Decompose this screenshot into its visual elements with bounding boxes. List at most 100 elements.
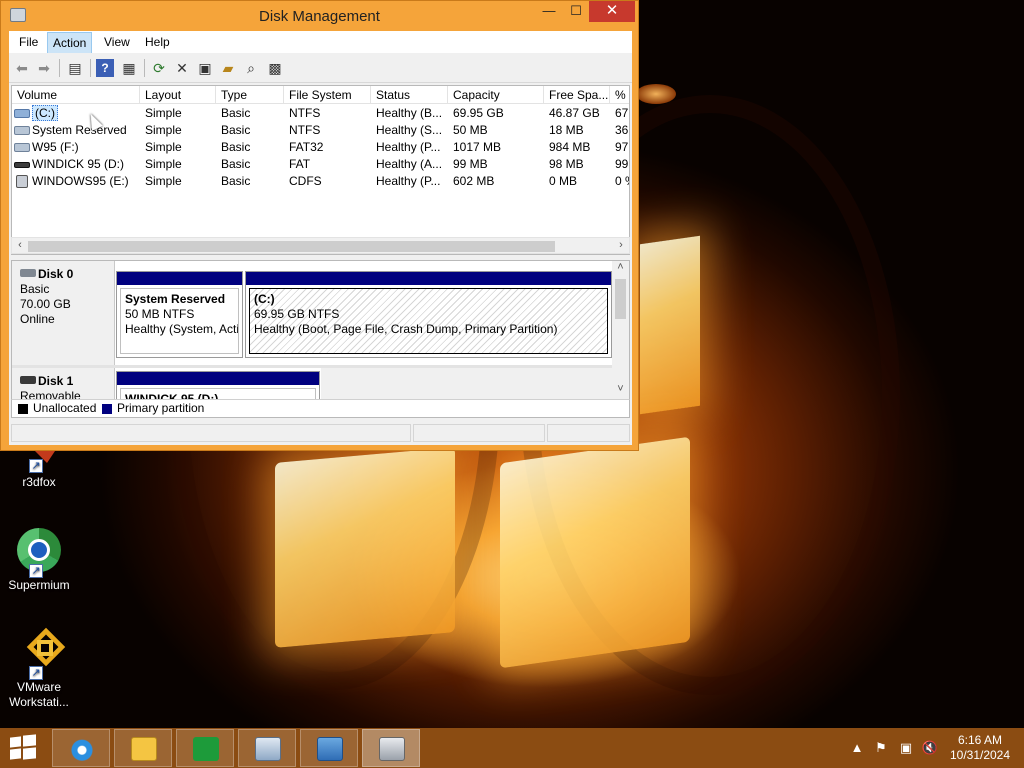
cell-free-space: 0 MB <box>549 174 578 188</box>
disk-0-label[interactable]: Disk 0 Basic 70.00 GB Online <box>12 261 115 365</box>
desktop-icon-r3dfox[interactable]: ↗ r3dfox <box>0 445 78 490</box>
column-header-free-space[interactable]: Free Spa... <box>544 86 610 104</box>
shortcut-arrow-icon: ↗ <box>29 564 43 578</box>
cell-file-system: FAT32 <box>289 140 324 154</box>
cell-status: Healthy (P... <box>376 140 441 154</box>
menu-view[interactable]: View <box>104 35 130 49</box>
properties-icon[interactable]: ▣ <box>196 59 214 77</box>
forward-arrow-icon[interactable]: ➡ <box>35 59 53 77</box>
windows-logo-pane <box>23 747 36 760</box>
volume-list-header: Volume Layout Type File System Status Ca… <box>12 86 629 104</box>
column-header-percent-free[interactable]: % F <box>610 86 629 104</box>
cell-status: Healthy (B... <box>376 106 443 120</box>
cell-status: Healthy (P... <box>376 174 441 188</box>
desktop-icon-vmware[interactable]: ↗ VMware Workstati... <box>0 627 78 710</box>
taskbar-control-panel[interactable] <box>300 729 358 767</box>
desktop-icon-supermium[interactable]: ↗ Supermium <box>0 528 78 593</box>
cell-type: Basic <box>221 140 251 154</box>
network-icon[interactable]: ▣ <box>896 728 916 768</box>
disk-graphical-view[interactable]: Disk 0 Basic 70.00 GB Online System Rese… <box>11 260 630 418</box>
disk-management-icon <box>379 737 405 761</box>
console-tree-icon[interactable]: ▤ <box>66 59 84 77</box>
scrollbar-thumb[interactable] <box>28 241 555 252</box>
menu-file[interactable]: File <box>19 35 38 49</box>
partition-system-reserved[interactable]: System Reserved 50 MB NTFS Healthy (Syst… <box>116 271 243 358</box>
vertical-scrollbar[interactable]: ˄ ˅ <box>612 261 629 417</box>
cell-percent-free: 67 <box>615 106 629 120</box>
menu-action[interactable]: Action <box>47 32 93 54</box>
maximize-button[interactable]: ☐ <box>563 1 589 22</box>
column-header-capacity[interactable]: Capacity <box>448 86 544 104</box>
column-header-status[interactable]: Status <box>371 86 448 104</box>
show-hidden-icons-icon[interactable]: ▲ <box>849 728 865 768</box>
partition-status: Healthy (System, Acti <box>125 322 239 336</box>
taskbar-file-explorer[interactable] <box>114 729 172 767</box>
cell-free-space: 18 MB <box>549 123 584 137</box>
control-panel-icon <box>317 737 343 761</box>
action-center-flag-icon[interactable]: ⚑ <box>872 728 890 768</box>
disk-management-window: Disk Management — ☐ ✕ File Action View H… <box>0 0 639 451</box>
scroll-down-icon[interactable]: ˅ <box>612 383 629 395</box>
close-button[interactable]: ✕ <box>589 1 635 22</box>
table-row[interactable]: (C:) Simple Basic NTFS Healthy (B... 69.… <box>12 105 629 122</box>
vmware-icon: ↗ <box>15 627 66 680</box>
scroll-up-icon[interactable]: ˄ <box>612 261 629 273</box>
taskbar-internet-explorer[interactable] <box>52 729 110 767</box>
cell-layout: Simple <box>145 174 182 188</box>
pumpkin-stem <box>636 84 676 104</box>
table-row[interactable]: WINDICK 95 (D:) Simple Basic FAT Healthy… <box>12 156 629 173</box>
toolbar: ⬅ ➡ ▤ ? ▦ ⟳ ✕ ▣ ▰ ⌕ ▩ <box>9 53 632 83</box>
open-folder-icon[interactable]: ▰ <box>219 59 237 77</box>
window-client-area: File Action View Help ⬅ ➡ ▤ ? ▦ ⟳ ✕ ▣ ▰ … <box>9 31 632 445</box>
refresh-icon[interactable]: ⟳ <box>150 59 168 77</box>
cell-type: Basic <box>221 106 251 120</box>
volume-list[interactable]: Volume Layout Type File System Status Ca… <box>11 85 630 255</box>
taskbar-disk-management[interactable] <box>362 729 420 767</box>
menu-help[interactable]: Help <box>145 35 170 49</box>
column-header-file-system[interactable]: File System <box>284 86 371 104</box>
cell-status: Healthy (A... <box>376 157 443 171</box>
table-row[interactable]: System Reserved Simple Basic NTFS Health… <box>12 122 629 139</box>
table-row[interactable]: WINDOWS95 (E:) Simple Basic CDFS Healthy… <box>12 173 629 190</box>
cell-file-system: NTFS <box>289 106 321 120</box>
cell-layout: Simple <box>145 157 182 171</box>
cell-type: Basic <box>221 123 251 137</box>
desktop-icon-label: VMware Workstati... <box>9 680 69 709</box>
removable-drive-icon <box>14 162 30 168</box>
disk-state: Online <box>20 312 55 326</box>
desktop-icon-label: Supermium <box>8 578 70 592</box>
column-header-volume[interactable]: Volume <box>12 86 140 104</box>
window-logo-pane-left <box>275 447 455 648</box>
taskbar-store[interactable] <box>176 729 234 767</box>
disk-settings-icon[interactable]: ▩ <box>266 59 284 77</box>
title-bar[interactable]: Disk Management — ☐ ✕ <box>1 1 638 31</box>
scrollbar-thumb[interactable] <box>615 279 626 319</box>
column-header-layout[interactable]: Layout <box>140 86 216 104</box>
disk-name: Disk 0 <box>38 267 74 281</box>
minimize-button[interactable]: — <box>535 1 563 22</box>
cell-file-system: NTFS <box>289 123 321 137</box>
horizontal-scrollbar[interactable]: ‹ › <box>11 237 630 254</box>
system-clock[interactable]: 6:16 AM 10/31/2024 <box>944 733 1016 763</box>
shortcut-arrow-icon: ↗ <box>29 666 43 680</box>
column-header-type[interactable]: Type <box>216 86 284 104</box>
partition-c[interactable]: (C:) 69.95 GB NTFS Healthy (Boot, Page F… <box>245 271 612 358</box>
cell-file-system: FAT <box>289 157 311 171</box>
unallocated-swatch <box>18 404 28 414</box>
start-button[interactable] <box>6 734 38 761</box>
explore-icon[interactable]: ⌕ <box>242 59 260 77</box>
cell-capacity: 50 MB <box>453 123 488 137</box>
volume-muted-icon[interactable]: 🔇 <box>920 728 940 768</box>
clock-date: 10/31/2024 <box>949 748 1011 762</box>
delete-icon[interactable]: ✕ <box>173 59 191 77</box>
table-row[interactable]: W95 (F:) Simple Basic FAT32 Healthy (P..… <box>12 139 629 156</box>
windows-logo-pane <box>23 734 36 747</box>
scroll-left-icon[interactable]: ‹ <box>12 238 28 253</box>
properties-view-icon[interactable]: ▦ <box>120 59 138 77</box>
scroll-right-icon[interactable]: › <box>613 238 629 253</box>
back-arrow-icon[interactable]: ⬅ <box>13 59 31 77</box>
cd-drive-icon <box>16 175 28 188</box>
help-icon[interactable]: ? <box>96 59 114 77</box>
cell-capacity: 69.95 GB <box>453 106 504 120</box>
taskbar-performance-monitor[interactable] <box>238 729 296 767</box>
